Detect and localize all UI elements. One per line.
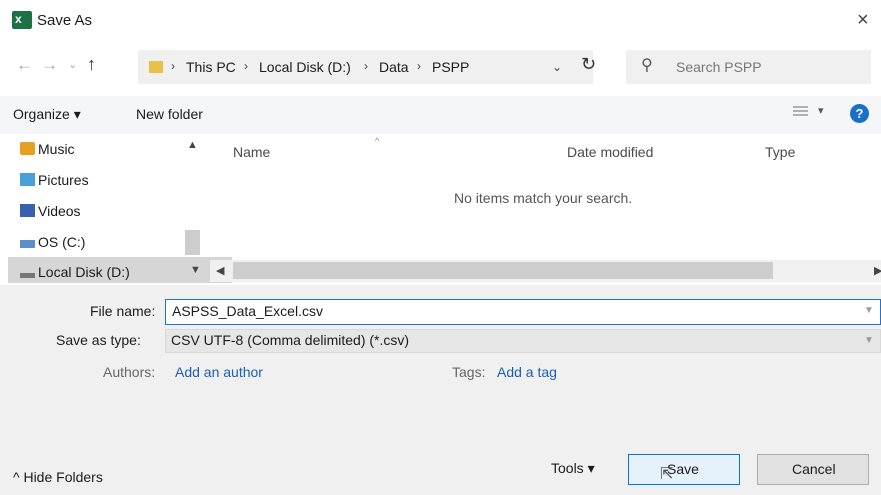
pictures-icon <box>20 173 35 186</box>
breadcrumb-this-pc[interactable]: This PC <box>186 59 236 75</box>
breadcrumb-separator[interactable]: › <box>244 59 248 73</box>
breadcrumb-separator[interactable]: › <box>417 59 421 73</box>
refresh-icon[interactable]: ↻ <box>581 54 596 75</box>
search-placeholder: Search PSPP <box>676 59 762 75</box>
new-folder-button[interactable]: New folder <box>136 106 203 122</box>
file-name-value[interactable]: ASPSS_Data_Excel.csv <box>172 303 323 319</box>
organize-menu-button[interactable]: Organize ▾ <box>13 106 81 123</box>
breadcrumb-pspp[interactable]: PSPP <box>432 59 469 75</box>
back-arrow-icon[interactable]: ← <box>16 55 33 75</box>
view-options-icon[interactable] <box>793 106 808 119</box>
drive-icon <box>20 240 35 248</box>
folder-icon <box>149 61 163 73</box>
file-name-label: File name: <box>90 303 156 319</box>
close-button[interactable]: × <box>857 9 869 32</box>
sidebar-item-label: Pictures <box>38 172 89 188</box>
forward-arrow-icon[interactable]: → <box>41 55 58 75</box>
horizontal-scrollbar-thumb[interactable] <box>233 262 773 279</box>
tools-menu-button[interactable]: Tools ▾ <box>551 460 595 477</box>
up-arrow-icon[interactable]: ↑ <box>87 54 96 75</box>
sidebar-item-label: Music <box>38 141 75 157</box>
search-icon: ⚲ <box>641 57 653 74</box>
breadcrumb-local-disk[interactable]: Local Disk (D:) <box>259 59 351 75</box>
hide-folders-button[interactable]: ^ Hide Folders <box>13 469 103 485</box>
scroll-down-icon[interactable]: ▼ <box>190 264 201 276</box>
breadcrumb-data[interactable]: Data <box>379 59 409 75</box>
column-header-name[interactable]: Name <box>233 144 270 160</box>
videos-icon <box>20 204 35 217</box>
excel-icon: x <box>12 11 32 29</box>
window-title: Save As <box>37 12 93 29</box>
breadcrumb-separator[interactable]: › <box>171 59 175 73</box>
sort-indicator-icon: ^ <box>375 136 380 146</box>
title-bar <box>0 0 881 44</box>
save-as-type-label: Save as type: <box>56 332 141 348</box>
address-dropdown-chevron-icon[interactable]: ⌄ <box>552 60 562 74</box>
breadcrumb-separator[interactable]: › <box>364 59 368 73</box>
scroll-up-icon[interactable]: ▲ <box>187 139 198 151</box>
empty-folder-message: No items match your search. <box>454 190 633 206</box>
save-as-type-chevron-icon[interactable]: ▼ <box>864 335 874 346</box>
authors-label: Authors: <box>103 364 156 380</box>
sidebar-item-music[interactable]: Music <box>20 141 75 157</box>
save-as-type-value[interactable]: CSV UTF-8 (Comma delimited) (*.csv) <box>171 332 409 348</box>
tags-label: Tags: <box>452 364 486 380</box>
help-icon[interactable]: ? <box>850 104 869 123</box>
sidebar-item-label: Videos <box>38 203 81 219</box>
command-bar <box>0 96 881 134</box>
scroll-right-icon[interactable]: ▶ <box>874 264 881 277</box>
column-header-date-modified[interactable]: Date modified <box>567 144 653 160</box>
recent-locations-chevron-icon[interactable]: ⌄ <box>68 58 77 71</box>
sidebar-item-label: Local Disk (D:) <box>38 264 130 280</box>
view-dropdown-chevron-icon[interactable]: ▾ <box>818 104 824 117</box>
sidebar-item-pictures[interactable]: Pictures <box>20 172 89 188</box>
sidebar-item-label: OS (C:) <box>38 234 86 250</box>
nav-scrollbar-thumb[interactable] <box>185 230 200 255</box>
add-author-link[interactable]: Add an author <box>175 364 263 380</box>
sidebar-item-local-disk-d[interactable]: Local Disk (D:) <box>20 264 130 280</box>
add-tag-link[interactable]: Add a tag <box>497 364 557 380</box>
mouse-cursor-icon: ⇱ <box>660 466 674 483</box>
file-name-dropdown-chevron-icon[interactable]: ▼ <box>864 305 874 316</box>
sidebar-item-os-c[interactable]: OS (C:) <box>20 234 85 250</box>
music-icon <box>20 142 35 155</box>
drive-icon <box>20 273 35 278</box>
column-header-type[interactable]: Type <box>765 144 795 160</box>
sidebar-item-videos[interactable]: Videos <box>20 203 81 219</box>
cancel-button-label[interactable]: Cancel <box>792 461 836 477</box>
scroll-left-icon[interactable]: ◀ <box>216 264 224 277</box>
